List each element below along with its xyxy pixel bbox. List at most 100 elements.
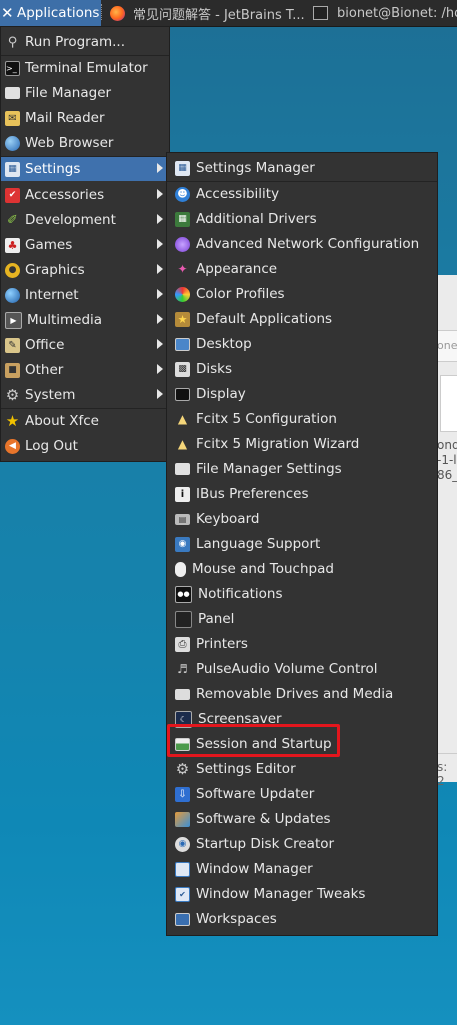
submenu-item-fcitx5-configuration[interactable]: ▲ Fcitx 5 Configuration: [167, 407, 437, 431]
text-line: -1-l: [437, 453, 457, 467]
info-icon: i: [175, 486, 190, 502]
folder-icon: [175, 463, 190, 475]
menu-item-graphics[interactable]: ● Graphics: [1, 258, 169, 282]
menu-item-mail-reader[interactable]: ✉ Mail Reader: [1, 106, 169, 130]
menu-item-games[interactable]: ♣ Games: [1, 233, 169, 257]
submenu-item-default-applications[interactable]: ★ Default Applications: [167, 307, 437, 331]
submenu-item-keyboard[interactable]: ▤ Keyboard: [167, 507, 437, 531]
submenu-item-mouse-touchpad[interactable]: Mouse and Touchpad: [167, 557, 437, 581]
menu-item-label: About Xfce: [25, 413, 99, 429]
submenu-arrow-icon: [157, 264, 163, 274]
menu-item-label: Mail Reader: [25, 110, 105, 126]
submenu-arrow-icon: [157, 364, 163, 374]
submenu-arrow-icon: [157, 163, 163, 173]
menu-item-multimedia[interactable]: ▶ Multimedia: [1, 308, 169, 332]
menu-item-label: Terminal Emulator: [25, 60, 148, 76]
submenu-item-label: Appearance: [196, 261, 278, 277]
submenu-item-settings-manager[interactable]: ▦ Settings Manager: [167, 156, 437, 180]
menu-item-label: Graphics: [25, 262, 85, 278]
menu-item-development[interactable]: ✐ Development: [1, 208, 169, 232]
speaker-icon: ♬: [177, 661, 188, 676]
submenu-arrow-icon: [157, 339, 163, 349]
menu-item-system[interactable]: ⚙ System: [1, 383, 169, 407]
submenu-item-startup-disk-creator[interactable]: ◉ Startup Disk Creator: [167, 832, 437, 856]
submenu-item-label: Language Support: [196, 536, 321, 552]
submenu-item-label: PulseAudio Volume Control: [196, 661, 378, 677]
menu-item-settings[interactable]: ▦ Settings: [1, 157, 169, 181]
submenu-item-label: Settings Manager: [196, 160, 315, 176]
language-icon: ◉: [175, 536, 190, 552]
submenu-item-language-support[interactable]: ◉ Language Support: [167, 532, 437, 556]
penguin-icon: ▲: [177, 436, 188, 451]
menu-item-office[interactable]: ✎ Office: [1, 333, 169, 357]
submenu-item-label: Color Profiles: [196, 286, 285, 302]
submenu-item-ibus-preferences[interactable]: i IBus Preferences: [167, 482, 437, 506]
submenu-item-additional-drivers[interactable]: ▦ Additional Drivers: [167, 207, 437, 231]
submenu-arrow-icon: [157, 389, 163, 399]
submenu-item-label: Workspaces: [196, 911, 277, 927]
submenu-item-removable-drives[interactable]: Removable Drives and Media: [167, 682, 437, 706]
submenu-item-workspaces[interactable]: Workspaces: [167, 907, 437, 931]
menu-item-label: Web Browser: [25, 135, 114, 151]
globe-icon: [5, 135, 20, 151]
menu-item-label: Accessories: [25, 187, 105, 203]
menu-item-label: Settings: [25, 161, 81, 177]
menu-item-label: Other: [25, 362, 64, 378]
submenu-item-label: Startup Disk Creator: [196, 836, 335, 852]
top-panel: ✕ Applications 常见问题解答 - JetBrains T... b…: [0, 0, 457, 27]
menu-item-accessories[interactable]: ✔ Accessories: [1, 183, 169, 207]
submenu-item-label: Window Manager Tweaks: [196, 886, 366, 902]
submenu-item-advanced-network[interactable]: Advanced Network Configuration: [167, 232, 437, 256]
status-fragment: s: 2: [437, 753, 457, 788]
submenu-item-accessibility[interactable]: ☻ Accessibility: [167, 182, 437, 206]
submenu-item-window-manager[interactable]: Window Manager: [167, 857, 437, 881]
submenu-item-label: IBus Preferences: [196, 486, 309, 502]
submenu-item-file-manager-settings[interactable]: File Manager Settings: [167, 457, 437, 481]
submenu-item-fcitx5-migration[interactable]: ▲ Fcitx 5 Migration Wizard: [167, 432, 437, 456]
submenu-item-software-updater[interactable]: ⇩ Software Updater: [167, 782, 437, 806]
menu-item-about-xfce[interactable]: ★ About Xfce: [1, 409, 169, 433]
submenu-item-label: Software Updater: [196, 786, 315, 802]
applications-menu-button[interactable]: ✕ Applications: [0, 0, 101, 26]
submenu-item-disks[interactable]: ▩ Disks: [167, 357, 437, 381]
xfce-logo-icon: ✕: [1, 4, 14, 22]
taskbar-button-terminal[interactable]: bionet@Bionet: /ho: [313, 0, 457, 26]
submenu-item-notifications[interactable]: ●● Notifications: [167, 582, 437, 606]
menu-item-file-manager[interactable]: File Manager: [1, 81, 169, 105]
submenu-item-display[interactable]: Display: [167, 382, 437, 406]
submenu-item-window-manager-tweaks[interactable]: ✔ Window Manager Tweaks: [167, 882, 437, 906]
applications-label: Applications: [17, 5, 100, 21]
submenu-item-label: Fcitx 5 Migration Wizard: [196, 436, 360, 452]
menu-item-label: Run Program...: [25, 34, 126, 50]
submenu-item-appearance[interactable]: ✦ Appearance: [167, 257, 437, 281]
panel-separator: [101, 4, 108, 20]
submenu-item-label: Default Applications: [196, 311, 333, 327]
submenu-item-label: Window Manager: [196, 861, 313, 877]
menu-item-internet[interactable]: Internet: [1, 283, 169, 307]
menu-item-label: File Manager: [25, 85, 112, 101]
window-tweaks-icon: ✔: [175, 886, 190, 902]
display-icon: [175, 387, 190, 401]
menu-item-other[interactable]: ■ Other: [1, 358, 169, 382]
disk-icon: ▩: [175, 361, 190, 377]
drive-icon: [175, 688, 190, 700]
search-icon: ⚲: [7, 34, 18, 50]
workspaces-icon: [175, 912, 190, 926]
menu-item-terminal-emulator[interactable]: >_ Terminal Emulator: [1, 56, 169, 80]
submenu-item-label: Mouse and Touchpad: [192, 561, 334, 577]
submenu-item-pulseaudio[interactable]: ♬ PulseAudio Volume Control: [167, 657, 437, 681]
submenu-item-label: Settings Editor: [196, 761, 296, 777]
submenu-item-color-profiles[interactable]: Color Profiles: [167, 282, 437, 306]
submenu-item-panel[interactable]: Panel: [167, 607, 437, 631]
submenu-item-settings-editor[interactable]: ⚙ Settings Editor: [167, 757, 437, 781]
background-window[interactable]: onet ond -1-l 86_ s: 2: [437, 275, 457, 788]
menu-item-run-program[interactable]: ⚲ Run Program...: [1, 30, 169, 54]
taskbar-label: bionet@Bionet: /ho: [337, 5, 457, 21]
menu-item-log-out[interactable]: ◀ Log Out: [1, 434, 169, 458]
menu-item-web-browser[interactable]: Web Browser: [1, 131, 169, 155]
submenu-item-software-updates[interactable]: Software & Updates: [167, 807, 437, 831]
taskbar-button-browser[interactable]: 常见问题解答 - JetBrains T...: [110, 0, 312, 26]
panel-icon: [175, 610, 192, 628]
submenu-item-desktop[interactable]: Desktop: [167, 332, 437, 356]
submenu-item-printers[interactable]: ⎙ Printers: [167, 632, 437, 656]
